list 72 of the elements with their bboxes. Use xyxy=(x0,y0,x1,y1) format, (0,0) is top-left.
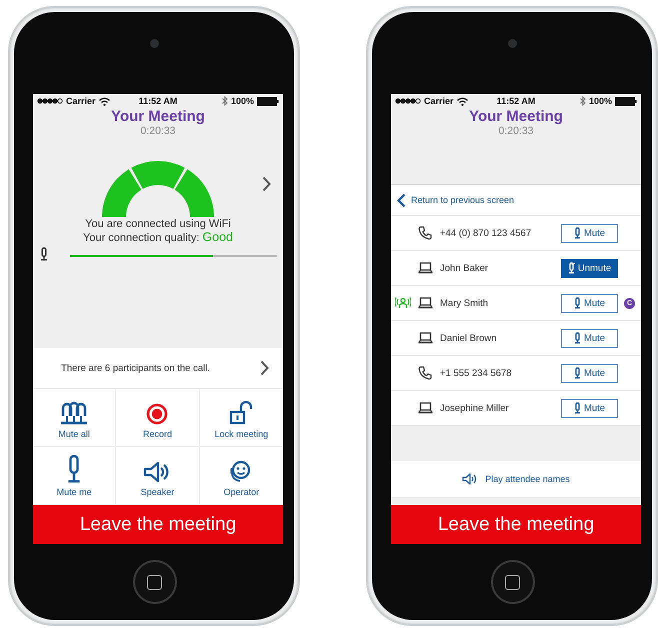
participant-name: Mary Smith xyxy=(440,298,490,308)
play-names-button[interactable]: Play attendee names xyxy=(391,461,641,497)
microphone-icon xyxy=(574,367,581,379)
meeting-timer: 0:20:33 xyxy=(140,125,176,138)
battery-percent: 100% xyxy=(588,96,612,106)
laptop-icon xyxy=(418,332,433,344)
participants-summary: There are 6 participants on the call. xyxy=(61,362,210,374)
phone-handset-icon xyxy=(418,366,432,380)
wifi-icon xyxy=(98,96,110,106)
action-button[interactable]: Record xyxy=(116,389,200,447)
screen-title: Your Meeting xyxy=(111,108,205,125)
quality-value: Good xyxy=(202,231,233,244)
signal-icon xyxy=(395,98,421,104)
home-button[interactable] xyxy=(490,560,534,604)
leave-meeting-button[interactable]: Leave the meeting xyxy=(33,505,283,544)
wifi-icon xyxy=(456,96,468,106)
back-link[interactable]: Return to previous screen xyxy=(391,185,641,216)
bluetooth-icon xyxy=(222,96,228,106)
laptop-icon xyxy=(418,297,433,309)
meeting-timer: 0:20:33 xyxy=(498,125,534,138)
action-button[interactable]: Mute me xyxy=(33,447,116,505)
mute-button[interactable]: Mute xyxy=(561,328,618,348)
microphone-icon xyxy=(574,297,581,309)
microphone-icon xyxy=(574,332,581,344)
leave-meeting-button[interactable]: Leave the meeting xyxy=(391,505,641,544)
chevron-icon xyxy=(260,360,269,376)
unmute-button[interactable]: Unmute xyxy=(561,258,618,278)
status-time: 11:52 AM xyxy=(138,96,178,106)
carrier-name: Carrier xyxy=(66,96,96,106)
connection-gauge-icon xyxy=(101,160,215,218)
laptop-icon xyxy=(418,262,433,274)
microphone-icon xyxy=(574,402,581,414)
participant-name: +44 (0) 870 123 4567 xyxy=(440,228,532,238)
battery-icon xyxy=(615,96,637,106)
connection-text: You are connected using WiFi xyxy=(85,218,231,231)
phone-handset-icon xyxy=(418,226,432,240)
microphone-icon xyxy=(40,247,48,261)
chevron-icon[interactable] xyxy=(262,176,271,192)
record-icon xyxy=(146,403,168,425)
back-chevron-icon xyxy=(397,192,406,208)
battery-percent: 100% xyxy=(230,96,254,106)
screen-title: Your Meeting xyxy=(469,108,563,125)
square-icon xyxy=(505,574,520,590)
unlocked-padlock-icon xyxy=(229,401,254,425)
action-button[interactable]: Speaker xyxy=(116,447,200,505)
participant-name: +1 555 234 5678 xyxy=(440,368,513,378)
status-time: 11:52 AM xyxy=(496,96,536,106)
mute-button[interactable]: Mute xyxy=(561,294,618,312)
home-button[interactable] xyxy=(132,560,176,604)
signal-icon xyxy=(37,98,63,104)
mute-button[interactable]: Mute xyxy=(561,224,618,242)
carrier-name: Carrier xyxy=(424,96,454,106)
group-icon xyxy=(59,401,90,425)
participant-name: Josephine Miller xyxy=(440,402,510,414)
quality-label: Your connection quality: xyxy=(83,232,200,245)
action-button[interactable]: Mute all xyxy=(33,389,116,447)
speaker-icon xyxy=(143,461,172,483)
battery-icon xyxy=(257,96,279,106)
microphone-icon xyxy=(66,455,82,483)
mute-button[interactable]: Mute xyxy=(561,364,618,382)
camera-dot xyxy=(150,39,159,48)
mute-button[interactable]: Mute xyxy=(561,398,618,418)
bluetooth-icon xyxy=(580,96,586,106)
muted-microphone-icon xyxy=(568,262,575,274)
participant-name: Daniel Brown xyxy=(440,332,498,344)
participant-name: John Baker xyxy=(440,262,490,274)
microphone-icon xyxy=(574,227,581,239)
laptop-icon xyxy=(418,402,433,414)
speaker-icon xyxy=(462,473,478,485)
square-icon xyxy=(147,574,162,590)
participants-row[interactable]: There are 6 participants on the call. xyxy=(33,348,283,389)
camera-dot xyxy=(508,39,517,48)
